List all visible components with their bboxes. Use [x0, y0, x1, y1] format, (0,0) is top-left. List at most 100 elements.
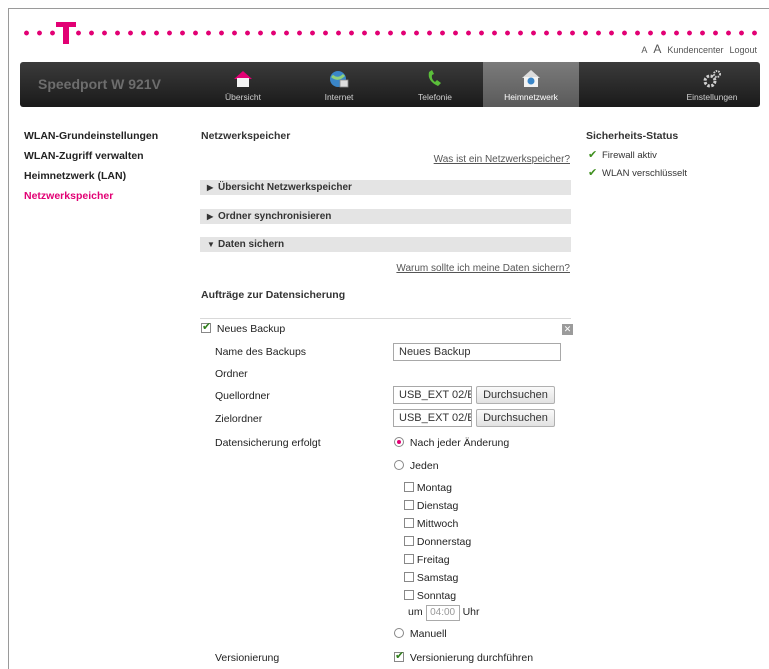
day-mittwoch[interactable]: Mittwoch — [404, 518, 458, 530]
gear-icon — [703, 70, 721, 88]
phone-icon — [428, 70, 441, 86]
day-checkbox[interactable] — [404, 536, 414, 546]
security-status: Sicherheits-Status ✔ Firewall aktiv ✔ WL… — [586, 130, 756, 186]
day-donnerstag[interactable]: Donnerstag — [404, 536, 471, 548]
utility-links: A A Kundencenter Logout — [641, 42, 757, 56]
target-browse-button[interactable]: Durchsuchen — [476, 409, 555, 427]
sidebar: WLAN-Grundeinstellungen WLAN-Zugriff ver… — [24, 130, 194, 210]
day-label: Mittwoch — [416, 518, 459, 530]
tab-label: Übersicht — [225, 92, 261, 102]
status-item-label: Firewall aktiv — [602, 150, 657, 161]
section-label: Ordner synchronisieren — [218, 211, 332, 222]
brand-dots — [20, 30, 760, 36]
sidebar-item-heimnetzwerk-lan[interactable]: Heimnetzwerk (LAN) — [24, 170, 194, 182]
kundencenter-link[interactable]: Kundencenter — [667, 45, 723, 55]
folder-label: Ordner — [215, 368, 248, 380]
security-status-title: Sicherheits-Status — [586, 130, 679, 142]
name-label: Name des Backups — [215, 346, 307, 358]
radio-every[interactable]: Jeden — [394, 460, 439, 472]
jobs-heading: Aufträge zur Datensicherung — [201, 289, 346, 301]
radio-button[interactable] — [394, 628, 404, 638]
caret-right-icon: ▶ — [207, 183, 214, 192]
day-checkbox[interactable] — [404, 482, 414, 492]
radio-manual[interactable]: Manuell — [394, 628, 447, 640]
day-sonntag[interactable]: Sonntag — [404, 590, 456, 602]
tab-label: Heimnetzwerk — [504, 92, 558, 102]
schedule-label: Datensicherung erfolgt — [215, 437, 321, 449]
font-small-button[interactable]: A — [641, 45, 647, 55]
time-row: um 04:00 Uhr — [408, 605, 480, 621]
section-ordner-synchronisieren[interactable]: ▶ Ordner synchronisieren — [200, 209, 571, 224]
versioning-label: Versionierung — [215, 652, 280, 664]
home-network-icon — [522, 70, 540, 87]
day-montag[interactable]: Montag — [404, 482, 452, 494]
page-title: Netzwerkspeicher — [201, 130, 291, 142]
target-folder-input[interactable]: USB_EXT 02/Eige — [393, 409, 472, 427]
section-label: Daten sichern — [218, 239, 285, 250]
device-title: Speedport W 921V — [38, 76, 161, 92]
sidebar-item-wlan-grundeinstellungen[interactable]: WLAN-Grundeinstellungen — [24, 130, 194, 142]
help-link-daten-sichern[interactable]: Warum sollte ich meine Daten sichern? — [396, 263, 570, 274]
tab-telefonie[interactable]: Telefonie — [387, 62, 483, 107]
backup-name-input[interactable]: Neues Backup — [393, 343, 561, 361]
day-checkbox[interactable] — [404, 590, 414, 600]
source-browse-button[interactable]: Durchsuchen — [476, 386, 555, 404]
versioning-checkbox[interactable] — [394, 649, 404, 662]
radio-label: Manuell — [409, 628, 447, 640]
day-checkbox[interactable] — [404, 572, 414, 582]
radio-label: Jeden — [409, 460, 439, 472]
job-checkbox-row[interactable]: Neues Backup — [201, 320, 286, 335]
day-label: Dienstag — [416, 500, 459, 512]
section-uebersicht-netzwerkspeicher[interactable]: ▶ Übersicht Netzwerkspeicher — [200, 180, 571, 195]
day-label: Sonntag — [416, 590, 457, 602]
help-link-netzwerkspeicher[interactable]: Was ist ein Netzwerkspeicher? — [434, 154, 570, 165]
day-dienstag[interactable]: Dienstag — [404, 500, 458, 512]
day-freitag[interactable]: Freitag — [404, 554, 450, 566]
day-samstag[interactable]: Samstag — [404, 572, 458, 584]
globe-icon — [330, 71, 349, 88]
check-icon: ✔ — [588, 167, 598, 179]
telekom-logo[interactable] — [56, 20, 76, 46]
status-item-firewall: ✔ Firewall aktiv — [586, 149, 756, 161]
day-label: Donnerstag — [416, 536, 472, 548]
divider — [200, 318, 571, 319]
time-prefix: um — [408, 606, 423, 618]
source-label: Quellordner — [215, 390, 270, 402]
house-icon — [234, 71, 252, 87]
time-input[interactable]: 04:00 — [425, 605, 460, 621]
tab-label: Einstellungen — [686, 92, 738, 102]
logout-link[interactable]: Logout — [729, 45, 757, 55]
main-nav: Speedport W 921V Übersicht Internet Tele… — [20, 62, 760, 107]
tab-label: Internet — [324, 92, 354, 102]
time-suffix: Uhr — [462, 606, 480, 618]
day-checkbox[interactable] — [404, 554, 414, 564]
source-folder-input[interactable]: USB_EXT 02/Eige — [393, 386, 472, 404]
target-label: Zielordner — [215, 413, 263, 425]
tab-label: Telefonie — [417, 92, 453, 102]
section-label: Übersicht Netzwerkspeicher — [218, 182, 352, 193]
job-checkbox-label: Neues Backup — [216, 323, 286, 335]
sidebar-item-netzwerkspeicher[interactable]: Netzwerkspeicher — [24, 190, 194, 202]
versioning-checkbox-row[interactable]: Versionierung durchführen — [394, 649, 534, 664]
caret-down-icon: ▼ — [207, 240, 215, 249]
job-checkbox[interactable] — [201, 320, 211, 333]
font-large-button[interactable]: A — [653, 42, 661, 56]
caret-right-icon: ▶ — [207, 212, 214, 221]
day-label: Montag — [416, 482, 452, 494]
tab-internet[interactable]: Internet — [291, 62, 387, 107]
tab-heimnetzwerk[interactable]: Heimnetzwerk — [483, 62, 579, 107]
versioning-checkbox-label: Versionierung durchführen — [409, 652, 534, 664]
day-checkbox[interactable] — [404, 500, 414, 510]
day-checkbox[interactable] — [404, 518, 414, 528]
radio-button[interactable] — [394, 437, 404, 447]
radio-label: Nach jeder Änderung — [409, 437, 510, 449]
sidebar-item-wlan-zugriff[interactable]: WLAN-Zugriff verwalten — [24, 150, 194, 162]
radio-button[interactable] — [394, 460, 404, 470]
section-daten-sichern[interactable]: ▼ Daten sichern — [200, 237, 571, 252]
tab-einstellungen[interactable]: Einstellungen — [664, 62, 760, 107]
radio-each-change[interactable]: Nach jeder Änderung — [394, 437, 509, 449]
status-item-wlan: ✔ WLAN verschlüsselt — [586, 167, 756, 179]
tab-uebersicht[interactable]: Übersicht — [195, 62, 291, 107]
status-item-label: WLAN verschlüsselt — [602, 168, 687, 179]
close-icon[interactable]: ✕ — [562, 324, 573, 335]
